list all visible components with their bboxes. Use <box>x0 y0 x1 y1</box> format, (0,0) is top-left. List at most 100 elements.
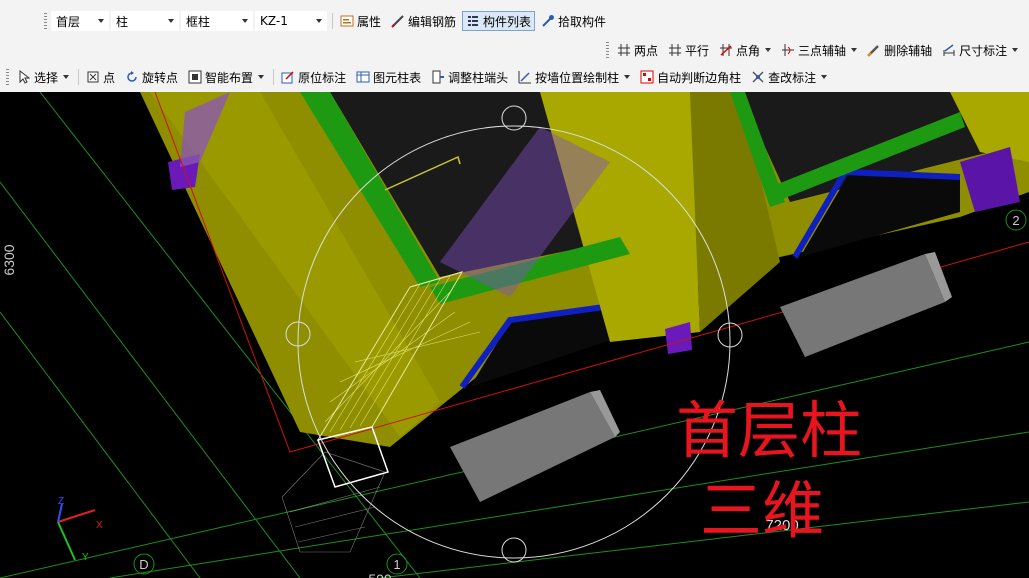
original-label-button[interactable]: 原位标注 <box>277 67 350 87</box>
eraser-icon <box>867 45 879 57</box>
delete-aux-button[interactable]: 删除辅轴 <box>863 40 936 60</box>
floor-select[interactable]: 首层 <box>51 11 109 31</box>
auto-corner-column-icon <box>640 70 654 84</box>
category-select-value: 柱 <box>116 14 129 29</box>
toolbar-grip[interactable] <box>44 13 47 29</box>
component-list-button[interactable]: 构件列表 <box>462 11 536 31</box>
properties-label: 属性 <box>357 14 382 29</box>
smart-layout-icon <box>188 70 202 84</box>
check-label-icon <box>752 71 764 83</box>
two-points-button[interactable]: 两点 <box>613 40 662 60</box>
component-list-label: 构件列表 <box>483 14 532 29</box>
axis-x-label: X <box>96 520 103 531</box>
original-label-icon <box>281 71 294 84</box>
check-label-label: 查改标注 <box>768 70 817 85</box>
parallel-icon <box>669 44 682 56</box>
adjust-column-end-icon <box>432 70 445 84</box>
original-label-label: 原位标注 <box>298 70 347 85</box>
point-button[interactable]: 点 <box>82 67 119 87</box>
edit-rebar-icon <box>391 15 404 28</box>
component-select[interactable]: KZ-1 <box>255 11 327 31</box>
three-point-aux-icon <box>782 44 795 56</box>
parallel-label: 平行 <box>685 43 710 58</box>
edit-rebar-label: 编辑钢筋 <box>408 14 457 29</box>
chevron-down-icon[interactable] <box>821 75 828 79</box>
axis-label-2: 2 <box>1012 213 1019 228</box>
separator <box>78 69 80 85</box>
edit-rebar-button[interactable]: 编辑钢筋 <box>387 11 460 31</box>
separator <box>273 69 275 85</box>
3d-viewport[interactable]: D 1 2 6300 7200 500 首层柱 三维 X Y Z <box>0 92 1029 578</box>
properties-button[interactable]: 属性 <box>336 11 385 31</box>
chevron-down-icon[interactable] <box>1012 48 1019 52</box>
dimension-button[interactable]: 尺寸标注 <box>938 40 1022 60</box>
draw-by-wall-button[interactable]: 按墙位置绘制柱 <box>514 67 634 87</box>
toolbar-aux-axis: 两点 平行 点角 三点辅轴 删除辅轴 尺寸标注 <box>606 38 1024 62</box>
cursor-icon <box>19 70 31 84</box>
toolbar-draw: 选择 点 旋转点 智能布置 原位标注 图元柱表 调整柱端头 按墙位置绘制柱 自动… <box>6 65 833 89</box>
three-point-aux-button[interactable]: 三点辅轴 <box>777 40 861 60</box>
point-angle-icon <box>720 44 733 56</box>
point-label: 点 <box>103 70 116 85</box>
floor-select-value: 首层 <box>56 14 81 29</box>
element-column-table-button[interactable]: 图元柱表 <box>352 67 425 87</box>
axis-label-1: 1 <box>393 557 400 572</box>
pick-component-label: 拾取构件 <box>558 14 607 29</box>
rotate-icon <box>127 71 137 82</box>
separator <box>332 13 333 29</box>
draw-by-wall-icon <box>518 71 532 84</box>
toolbar-area: 首层 柱 框柱 KZ-1 属性 编辑钢筋 构件列表 拾取构件 两点 平行 点角 … <box>0 0 1029 92</box>
annotation-line1: 首层柱 <box>676 397 862 466</box>
annotation-line2: 三维 <box>700 477 824 546</box>
pick-component-button[interactable]: 拾取构件 <box>537 11 610 31</box>
auto-corner-column-label: 自动判断边角柱 <box>657 70 742 85</box>
check-label-button[interactable]: 查改标注 <box>747 67 831 87</box>
select-button[interactable]: 选择 <box>13 67 73 87</box>
two-points-icon <box>618 44 630 56</box>
point-angle-label: 点角 <box>736 43 761 58</box>
chevron-down-icon <box>316 19 322 23</box>
adjust-column-end-button[interactable]: 调整柱端头 <box>427 67 512 87</box>
rotate-point-button[interactable]: 旋转点 <box>121 67 182 87</box>
rotate-point-label: 旋转点 <box>142 70 179 85</box>
chevron-down-icon[interactable] <box>624 75 631 79</box>
chevron-down-icon <box>98 19 104 23</box>
component-select-value: KZ-1 <box>260 14 288 28</box>
chevron-down-icon[interactable] <box>765 48 772 52</box>
dimension-500: 500 <box>368 571 392 578</box>
toolbar-grip[interactable] <box>606 42 609 58</box>
three-point-aux-label: 三点辅轴 <box>798 43 847 58</box>
parallel-button[interactable]: 平行 <box>664 40 713 60</box>
delete-aux-label: 删除辅轴 <box>884 43 933 58</box>
type-select-value: 框柱 <box>186 14 211 29</box>
toolbar-grip[interactable] <box>6 69 9 85</box>
chevron-down-icon[interactable] <box>851 48 858 52</box>
dimension-label: 尺寸标注 <box>959 43 1008 58</box>
adjust-column-end-label: 调整柱端头 <box>448 70 509 85</box>
properties-icon <box>340 15 354 27</box>
select-label: 选择 <box>34 70 59 85</box>
chevron-down-icon <box>168 19 174 23</box>
smart-layout-label: 智能布置 <box>205 70 254 85</box>
chevron-down-icon[interactable] <box>258 75 265 79</box>
eyedropper-icon <box>542 15 555 27</box>
table-icon <box>356 71 370 83</box>
two-points-label: 两点 <box>634 43 659 58</box>
element-column-table-label: 图元柱表 <box>373 70 422 85</box>
chevron-down-icon[interactable] <box>63 75 70 79</box>
type-select[interactable]: 框柱 <box>181 11 253 31</box>
category-select[interactable]: 柱 <box>111 11 179 31</box>
toolbar-component-select: 首层 柱 框柱 KZ-1 属性 编辑钢筋 构件列表 拾取构件 <box>44 9 612 33</box>
draw-by-wall-label: 按墙位置绘制柱 <box>535 70 620 85</box>
point-icon <box>87 71 99 83</box>
point-angle-button[interactable]: 点角 <box>715 40 775 60</box>
chevron-down-icon <box>242 19 248 23</box>
axis-z-label: Z <box>58 496 64 507</box>
dimension-6300: 6300 <box>1 244 17 275</box>
smart-layout-button[interactable]: 智能布置 <box>184 67 268 87</box>
axis-y-label: Y <box>82 552 89 563</box>
auto-corner-column-button[interactable]: 自动判断边角柱 <box>636 67 745 87</box>
dimension-icon <box>943 44 955 56</box>
list-icon <box>468 16 479 26</box>
axis-label-d: D <box>139 557 148 572</box>
